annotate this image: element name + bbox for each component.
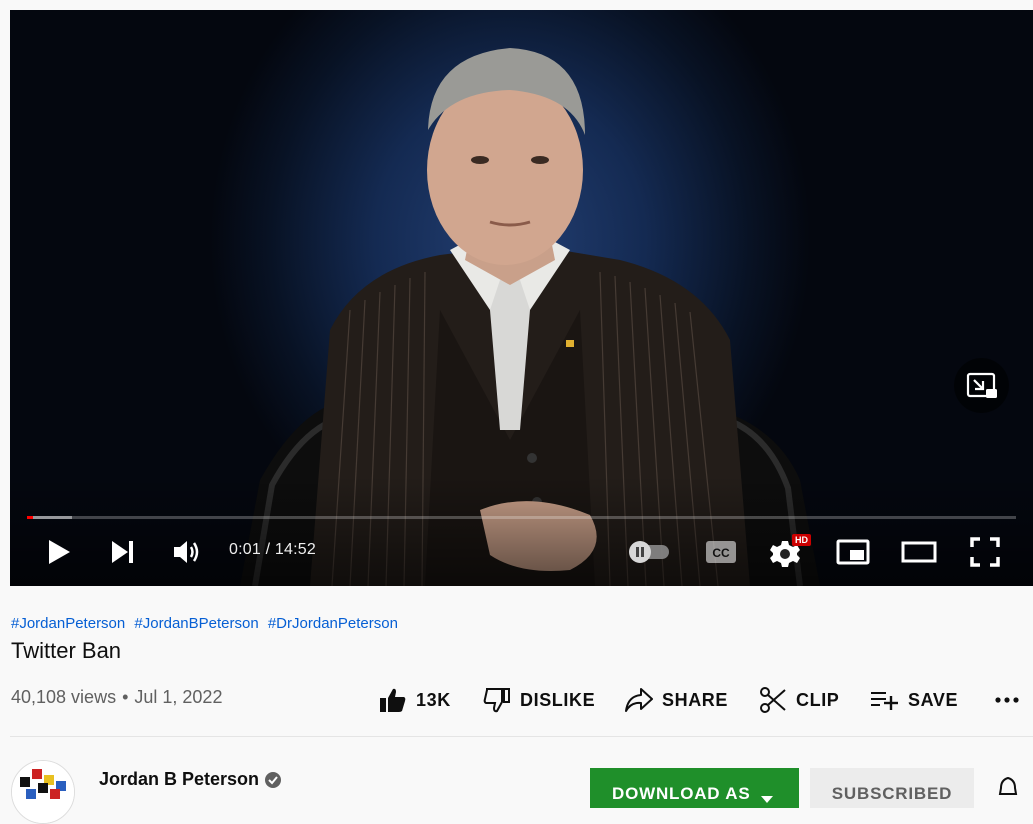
share-arrow-icon (624, 685, 654, 715)
miniplayer-icon (836, 539, 870, 565)
save-label: SAVE (908, 689, 959, 710)
theater-mode-icon (901, 541, 937, 563)
clip-label: CLIP (796, 689, 840, 710)
volume-icon (174, 541, 199, 563)
autoplay-toggle-icon (629, 541, 669, 563)
progress-buffered (27, 516, 72, 519)
scissors-icon (758, 685, 788, 715)
next-button[interactable] (101, 532, 145, 572)
hashtag-link[interactable]: #JordanPeterson (11, 615, 125, 632)
pip-overlay-button[interactable] (954, 358, 1009, 413)
fullscreen-icon (970, 537, 1000, 567)
more-horizontal-icon (992, 685, 1022, 715)
bell-icon[interactable] (996, 776, 1020, 800)
more-actions-button[interactable] (992, 682, 1030, 718)
progress-played (27, 516, 33, 519)
video-title: Twitter Ban (11, 638, 122, 663)
subscribed-button[interactable]: SUBSCRIBED (810, 768, 974, 808)
view-count: 40,108 views (11, 687, 117, 707)
progress-bar[interactable] (27, 516, 1016, 519)
dislike-button[interactable]: DISLIKE (482, 682, 595, 718)
video-player[interactable]: 0:01 / 14:52 CC HD (10, 10, 1033, 586)
save-button[interactable]: SAVE (870, 682, 958, 718)
share-button[interactable]: SHARE (624, 682, 728, 718)
fullscreen-button[interactable] (963, 532, 1007, 572)
playlist-add-icon (870, 685, 900, 715)
download-button[interactable]: DOWNLOAD AS (590, 768, 799, 808)
like-button[interactable]: 13K (378, 682, 451, 718)
volume-button[interactable] (165, 532, 209, 572)
next-icon (112, 541, 133, 563)
svg-text:CC: CC (712, 546, 730, 560)
play-icon (49, 540, 70, 564)
video-info: 40,108 views • Jul 1, 2022 (11, 687, 222, 708)
clip-button[interactable]: CLIP (758, 682, 839, 718)
hashtag-link[interactable]: #DrJordanPeterson (268, 615, 398, 632)
dislike-label: DISLIKE (520, 689, 596, 710)
hashtags: #JordanPeterson #JordanBPeterson #DrJord… (11, 615, 403, 632)
channel-name[interactable]: Jordan B Peterson (99, 769, 259, 790)
upload-date: Jul 1, 2022 (134, 687, 223, 707)
hd-badge: HD (792, 534, 811, 546)
play-button[interactable] (37, 532, 81, 572)
chevron-down-icon (760, 789, 773, 809)
captions-button[interactable]: CC (699, 532, 743, 572)
cc-icon: CC (706, 541, 736, 563)
theater-mode-button[interactable] (897, 532, 941, 572)
subscribed-label: SUBSCRIBED (831, 784, 953, 803)
share-label: SHARE (662, 689, 729, 710)
separator-dot: • (122, 687, 129, 707)
thumbs-up-icon (378, 685, 408, 715)
time-display: 0:01 / 14:52 (229, 541, 316, 558)
autoplay-toggle[interactable] (625, 532, 675, 572)
controls-gradient (10, 476, 1033, 586)
download-label: DOWNLOAD AS (612, 784, 751, 803)
like-count: 13K (416, 689, 451, 710)
miniplayer-button[interactable] (831, 532, 875, 572)
thumbs-down-icon (482, 685, 512, 715)
channel-avatar[interactable] (11, 760, 75, 824)
verified-check-icon (265, 772, 281, 788)
settings-button[interactable]: HD (765, 532, 811, 572)
picture-in-picture-icon (966, 372, 997, 398)
section-divider (10, 736, 1033, 737)
hashtag-link[interactable]: #JordanBPeterson (134, 615, 258, 632)
